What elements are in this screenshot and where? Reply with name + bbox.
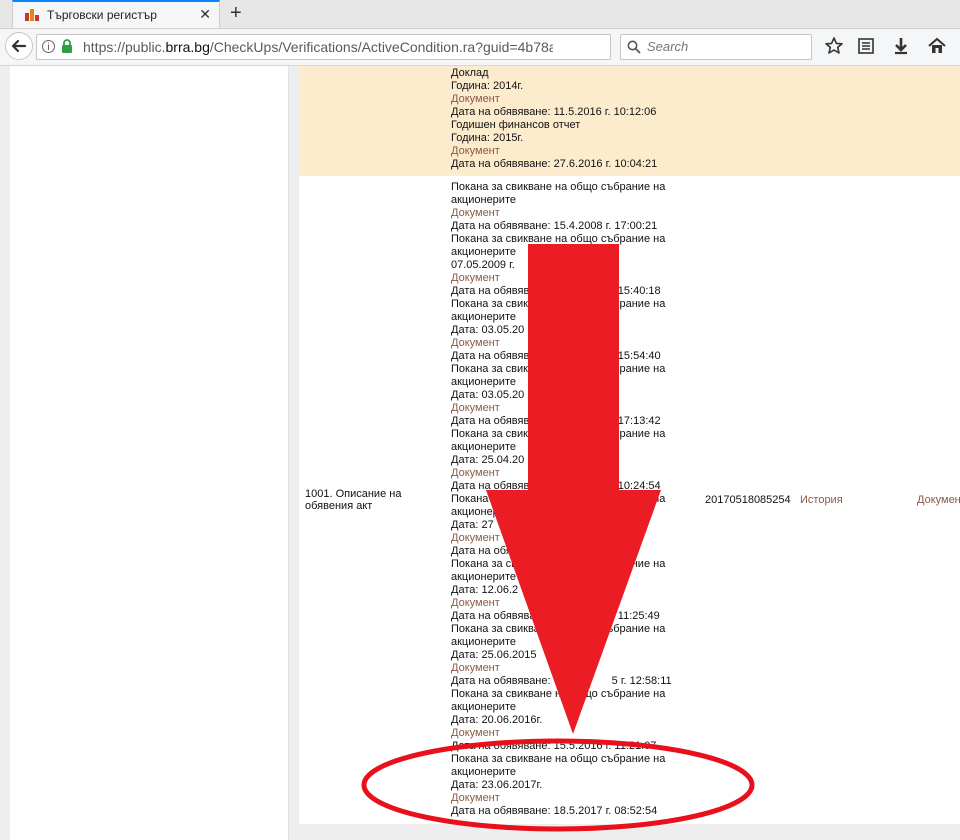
search-input[interactable]: Search	[620, 34, 812, 60]
announcement-text: Дата на обявяване: 5 г. 12:58:11	[451, 675, 672, 687]
navigation-toolbar: i https://public.brra.bg/CheckUps/Verifi…	[0, 29, 960, 66]
announcement-text: Дата на обявяване: 15.5.2016 г. 11:21:07	[451, 740, 657, 752]
close-tab-icon[interactable]: ✕	[199, 6, 211, 23]
lock-icon	[62, 39, 72, 53]
document-link[interactable]: Документ	[451, 207, 672, 220]
previous-row-cell: Доклад Година: 2014г. Документ Дата на обяв…	[451, 67, 657, 171]
browser-tab[interactable]: Търговски регистър ✕	[12, 0, 220, 28]
announcement-text: Годишен финансов отчет	[451, 119, 581, 131]
announcement-text: Дата на обявяване: 15.4.2008 г. 17:00:21	[451, 220, 658, 232]
announcement-text: Покана за свикване на общо събрание на	[451, 623, 666, 635]
announcement-text: акционерите	[451, 571, 516, 583]
document-link[interactable]: Документ	[917, 494, 960, 506]
announcement-text: Доклад	[451, 67, 489, 79]
announcement-text: Дата на обявяване: 11.5.2016 г. 10:12:06	[451, 106, 657, 118]
bookmark-star-icon[interactable]	[824, 36, 844, 56]
document-link[interactable]: Документ	[451, 402, 672, 415]
back-button[interactable]	[5, 32, 33, 60]
document-link[interactable]: Документ	[451, 272, 672, 285]
announcement-text: акционерите	[451, 701, 516, 713]
announcement-text: акционерите	[451, 246, 516, 258]
document-link[interactable]: Документ	[451, 145, 657, 158]
url-text: https://public.brra.bg/CheckUps/Verifica…	[83, 39, 553, 55]
info-icon[interactable]: i	[42, 40, 55, 53]
announcement-text: Дата на обявяване: 27.6.2016 г. 10:04:21	[451, 158, 658, 170]
announcement-text: Покана за свикване на общо събрание на	[451, 558, 666, 570]
document-link[interactable]: Документ	[451, 93, 657, 106]
announcement-text: Дата на обявяване: 11:25:49	[451, 610, 660, 622]
registry-favicon-icon	[25, 9, 39, 21]
search-icon	[627, 40, 641, 54]
announcement-text: Дата на обявяване: 10:24:54	[451, 480, 661, 492]
announcement-text: Дата на обявяване: 15:54:40	[451, 350, 661, 362]
announcement-text: Покана за свикване на общо събрание на	[451, 363, 666, 375]
registration-number: 20170518085254	[705, 494, 791, 506]
tab-strip: Търговски регистър ✕ +	[0, 0, 960, 29]
announcement-text: Покана за свикване на общо събрание на	[451, 181, 666, 193]
announcement-text: акционерите	[451, 441, 516, 453]
announcement-text: акционерите	[451, 636, 516, 648]
announcements-cell: Покана за свикване на общо събрание на ак…	[451, 181, 672, 818]
download-icon[interactable]	[891, 36, 911, 56]
document-link[interactable]: Документ	[451, 532, 672, 545]
announcement-text: Покана за свикване на общо събрание на	[451, 493, 666, 505]
announcement-text: акционерите	[451, 311, 516, 323]
field-description-cell: 1001. Описание на обявения акт	[305, 488, 402, 512]
back-arrow-icon	[11, 39, 27, 53]
announcement-text: Дата на обявяване: 15:40:18	[451, 285, 661, 297]
history-link[interactable]: История	[800, 494, 843, 506]
announcement-text: Дата: 20.06.2016г.	[451, 714, 543, 726]
announcement-text: Година: 2014г.	[451, 80, 524, 92]
announcement-text: акционерите	[451, 506, 516, 518]
announcement-text: Дата: 27	[451, 519, 494, 531]
sidebar	[10, 66, 289, 840]
search-placeholder: Search	[647, 39, 689, 54]
document-link[interactable]: Документ	[451, 597, 672, 610]
new-tab-icon[interactable]: +	[230, 2, 242, 24]
reading-list-icon[interactable]	[856, 36, 876, 56]
address-bar[interactable]: i https://public.brra.bg/CheckUps/Verifi…	[36, 34, 637, 60]
document-link[interactable]: Документ	[451, 792, 672, 805]
announcement-text: Дата: 25.04.20	[451, 454, 525, 466]
page-viewport: Доклад Година: 2014г. Документ Дата на обяв…	[0, 66, 960, 840]
document-link[interactable]: Документ	[451, 727, 672, 740]
announcement-text: Дата: 03.05.20	[451, 324, 525, 336]
announcement-text: Покана за свикване на общо събрание на	[451, 753, 666, 765]
tab-title: Търговски регистър	[47, 8, 157, 22]
announcement-text: Покана за свикване на общо събрание на	[451, 688, 666, 700]
announcement-text: акционерите	[451, 194, 516, 206]
left-gutter	[0, 66, 10, 840]
home-icon[interactable]	[927, 36, 947, 56]
announcement-text: Година: 2015г.	[451, 132, 524, 144]
announcement-text: Покана за свикване на общо събрание на	[451, 428, 666, 440]
announcement-text: Покана за свикване на общо събрание на	[451, 233, 666, 245]
announcement-text: Дата: 23.06.2017г.	[451, 779, 543, 791]
announcement-text: Дата: 25.06.2015	[451, 649, 537, 661]
announcement-text: Дата на обявяване: 17:13:42	[451, 415, 661, 427]
announcement-text: Покана за свикване на общо събрание на	[451, 298, 666, 310]
document-link[interactable]: Документ	[451, 337, 672, 350]
announcement-text: акционерите	[451, 376, 516, 388]
announcement-text: Дата на обявяване: 18.5.2017 г. 08:52:54	[451, 805, 658, 817]
announcement-text: 07.05.2009 г.	[451, 259, 515, 271]
document-link[interactable]: Документ	[451, 662, 672, 675]
document-link[interactable]: Документ	[451, 467, 672, 480]
announcement-text: Дата: 12.06.2	[451, 584, 519, 596]
announcement-text: Дата: 03.05.20	[451, 389, 525, 401]
announcement-text: Дата на обявяване: :10	[451, 545, 640, 557]
announcement-text: акционерите	[451, 766, 516, 778]
